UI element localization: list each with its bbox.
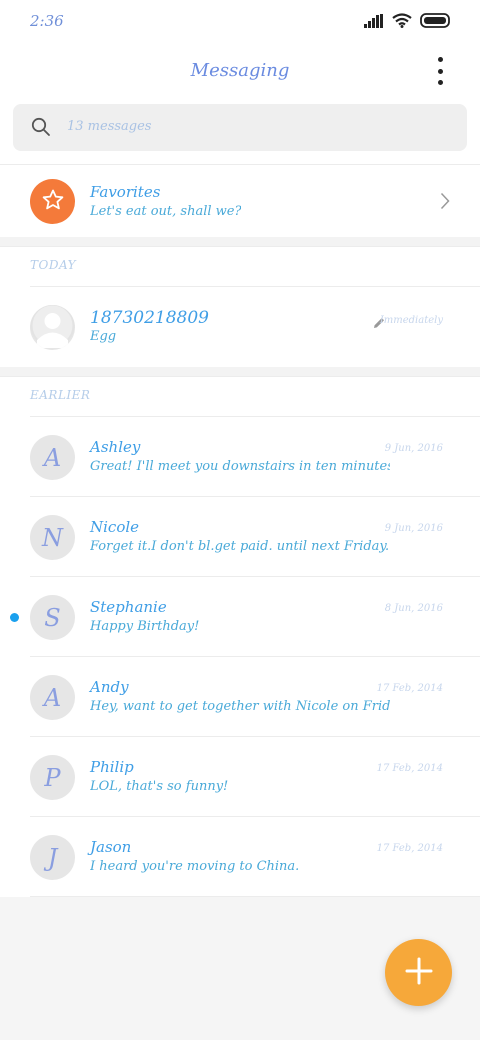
avatar: P	[30, 755, 75, 800]
avatar-initial: P	[44, 763, 61, 792]
message-sender: Andy	[90, 678, 129, 696]
message-date: 17 Feb, 2014	[376, 763, 443, 774]
chevron-right-icon	[440, 192, 450, 214]
message-sender: Nicole	[90, 518, 140, 536]
message-sender: Ashley	[90, 438, 141, 456]
message-date: 17 Feb, 2014	[376, 843, 443, 854]
message-preview: Happy Birthday!	[90, 619, 200, 634]
message-sender: Jason	[90, 838, 132, 856]
avatar-initial: J	[47, 843, 58, 872]
message-preview: Egg	[90, 329, 117, 344]
avatar: S	[30, 595, 75, 640]
section-gap	[0, 367, 480, 376]
star-icon	[41, 188, 65, 216]
divider	[30, 896, 480, 897]
status-bar: 2:36	[0, 0, 480, 44]
message-preview: LOL, that's so funny!	[90, 779, 229, 794]
message-preview: Hey, want to get together with Nicole on…	[90, 699, 390, 714]
avatar-initial: A	[43, 443, 62, 472]
message-preview: Great! I'll meet you downstairs in ten m…	[90, 459, 390, 474]
plus-icon	[405, 957, 433, 989]
avatar-initial: S	[44, 603, 61, 632]
message-preview: I heard you're moving to China.	[90, 859, 300, 874]
battery-icon	[420, 13, 452, 32]
message-sender: Philip	[90, 758, 134, 776]
message-date: 8 Jun, 2016	[384, 603, 443, 614]
favorites-row[interactable]: Favorites Let's eat out, shall we?	[0, 165, 480, 237]
unread-indicator	[10, 613, 19, 622]
divider	[0, 246, 480, 247]
list-item[interactable]: P Philip LOL, that's so funny! 17 Feb, 2014	[0, 737, 480, 817]
message-date: 9 Jun, 2016	[384, 443, 443, 454]
section-label-today: TODAY	[30, 258, 77, 272]
avatar	[30, 305, 75, 350]
more-vertical-icon[interactable]	[430, 57, 450, 85]
list-item[interactable]: N Nicole Forget it.I don't bl.get paid. un…	[0, 497, 480, 577]
message-time: Immediately	[379, 315, 443, 326]
messaging-screen: 2:36 Messaging 13 messages Favorites Let…	[0, 0, 480, 1040]
page-title: Messaging	[190, 60, 290, 81]
section-gap	[0, 237, 480, 246]
search-input[interactable]: 13 messages	[13, 104, 467, 151]
new-message-button[interactable]	[385, 939, 452, 1006]
message-date: 17 Feb, 2014	[376, 683, 443, 694]
favorites-avatar	[30, 179, 75, 224]
avatar: J	[30, 835, 75, 880]
list-item[interactable]: J Jason I heard you're moving to China. 17 …	[0, 817, 480, 897]
section-label-earlier: EARLIER	[30, 388, 91, 402]
avatar: A	[30, 675, 75, 720]
avatar: N	[30, 515, 75, 560]
status-icons	[364, 13, 452, 32]
list-item[interactable]: 18730218809 Egg Immediately	[0, 287, 480, 367]
search-icon	[31, 117, 51, 141]
list-item[interactable]: A Ashley Great! I'll meet you downstairs i…	[0, 417, 480, 497]
avatar-initial: N	[42, 523, 63, 552]
search-placeholder: 13 messages	[67, 119, 152, 134]
message-date: 9 Jun, 2016	[384, 523, 443, 534]
favorites-preview: Let's eat out, shall we?	[90, 204, 242, 219]
person-icon	[30, 305, 75, 350]
avatar: A	[30, 435, 75, 480]
list-item[interactable]: A Andy Hey, want to get together with Nico…	[0, 657, 480, 737]
message-sender: Stephanie	[90, 598, 167, 616]
message-sender: 18730218809	[90, 308, 209, 328]
list-item[interactable]: S Stephanie Happy Birthday! 8 Jun, 2016	[0, 577, 480, 657]
signal-icon	[364, 13, 384, 32]
favorites-title: Favorites	[90, 183, 161, 201]
message-preview: Forget it.I don't bl.get paid. until nex…	[90, 539, 390, 554]
divider	[0, 376, 480, 377]
wifi-icon	[392, 13, 412, 32]
status-time: 2:36	[30, 12, 64, 30]
avatar-initial: A	[43, 683, 62, 712]
